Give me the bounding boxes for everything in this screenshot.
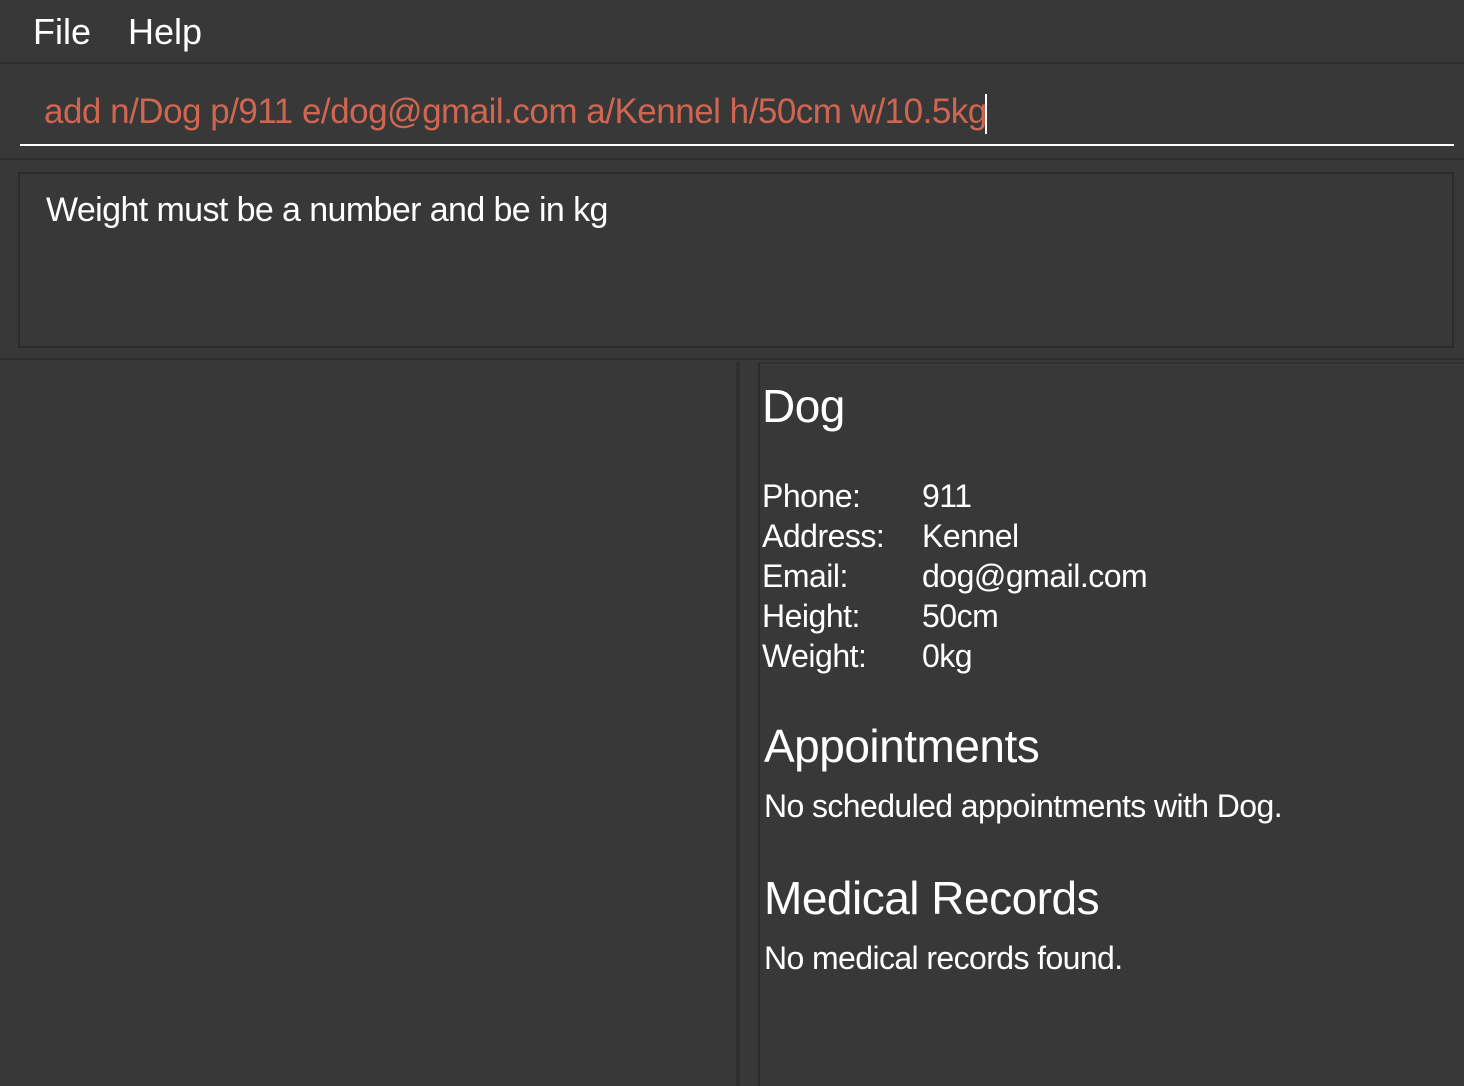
menu-help[interactable]: Help: [128, 10, 202, 54]
separator: [0, 158, 1464, 160]
detail-value: 911: [922, 478, 972, 514]
detail-label: Weight:: [762, 638, 867, 674]
command-input[interactable]: add n/Dog p/911 e/dog@gmail.com a/Kennel…: [20, 66, 1454, 146]
detail-row-phone: Phone: 911: [762, 476, 972, 516]
detail-value: 0kg: [922, 638, 973, 674]
detail-row-email: Email: dog@gmail.com: [762, 556, 1148, 596]
detail-value: Kennel: [922, 518, 1019, 554]
app-window: File Help add n/Dog p/911 e/dog@gmail.co…: [0, 0, 1464, 1086]
command-box: add n/Dog p/911 e/dog@gmail.com a/Kennel…: [0, 66, 1464, 158]
menu-bar: File Help: [0, 0, 1464, 64]
medical-records-heading: Medical Records: [764, 872, 1100, 924]
detail-row-address: Address: Kennel: [762, 516, 1019, 556]
detail-label: Height:: [762, 598, 860, 634]
result-message: Weight must be a number and be in kg: [46, 191, 608, 229]
menu-file[interactable]: File: [33, 10, 91, 54]
detail-value: 50cm: [922, 598, 999, 634]
split-pane-gutter: [740, 362, 758, 1086]
medical-records-empty-text: No medical records found.: [764, 940, 1123, 976]
pet-list-panel[interactable]: [0, 362, 736, 1086]
separator: [0, 358, 1464, 360]
detail-row-height: Height: 50cm: [762, 596, 999, 636]
result-display[interactable]: Weight must be a number and be in kg: [18, 172, 1454, 348]
appointments-empty-text: No scheduled appointments with Dog.: [764, 788, 1283, 824]
detail-value: dog@gmail.com: [922, 558, 1148, 594]
detail-label: Address:: [762, 518, 885, 554]
command-text[interactable]: add n/Dog p/911 e/dog@gmail.com a/Kennel…: [44, 90, 987, 134]
command-value: add n/Dog p/911 e/dog@gmail.com a/Kennel…: [44, 92, 987, 131]
text-caret: [984, 93, 987, 134]
detail-label: Email:: [762, 558, 848, 594]
pet-name: Dog: [762, 380, 845, 432]
detail-label: Phone:: [762, 478, 861, 514]
detail-row-weight: Weight: 0kg: [762, 636, 973, 676]
appointments-heading: Appointments: [764, 720, 1040, 772]
pet-details-panel: Dog Phone: 911 Address: Kennel Email: dog@g…: [760, 364, 1464, 1086]
